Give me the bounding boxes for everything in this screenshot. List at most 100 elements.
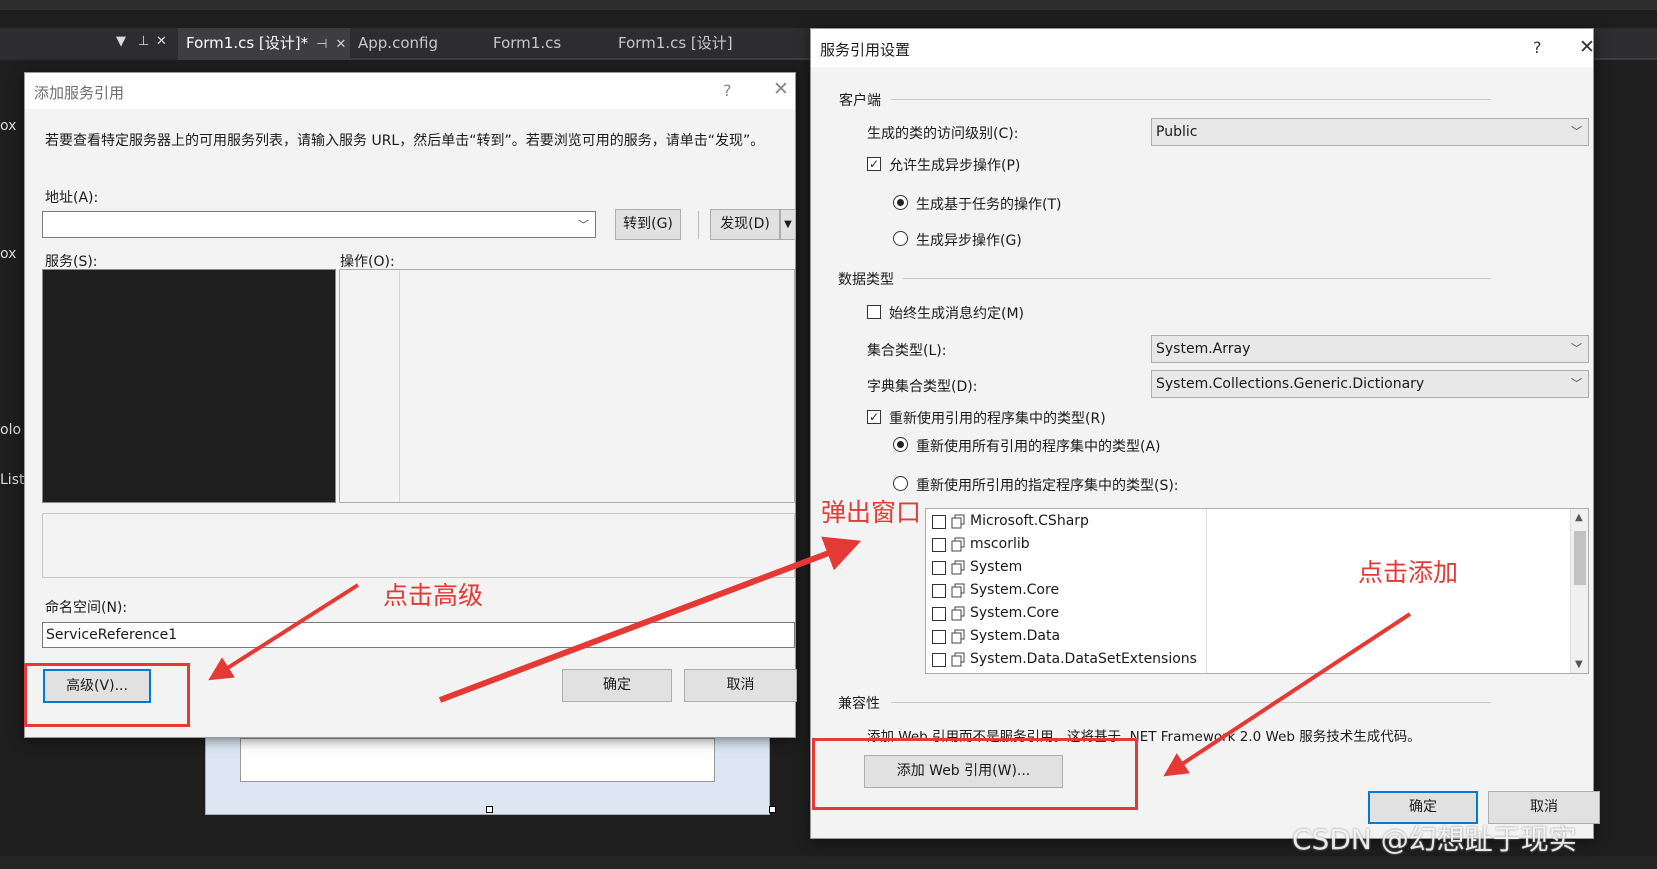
close-icon[interactable]: ✕ [156,34,167,49]
separator [698,211,699,239]
assembly-reference-icon [951,629,965,644]
collection-type-value: System.Array [1156,341,1251,357]
form-designer-control[interactable] [240,738,715,782]
assembly-name: mscorlib [970,536,1030,552]
dialog-title: 服务引用设置 [820,41,911,59]
compatibility-group-label: 兼容性 [838,696,880,712]
toolbox-item[interactable]: ox [0,246,16,262]
assembly-checkbox[interactable] [932,515,946,529]
toolbox-item[interactable]: ox [0,118,16,134]
assembly-reference-icon [951,652,965,667]
close-icon[interactable]: ✕ [773,78,789,100]
access-level-value: Public [1156,124,1198,140]
resize-handle[interactable] [486,806,493,813]
assembly-list-scrollbar[interactable]: ▲ ▼ [1570,509,1588,673]
assembly-checkbox[interactable] [932,630,946,644]
assembly-reference-icon [951,514,965,529]
dialog-description: 若要查看特定服务器上的可用服务列表，请输入服务 URL，然后单击“转到”。若要浏… [45,133,765,149]
reuse-all-radio[interactable] [893,437,908,452]
group-divider [891,99,1491,100]
assembly-name: System.Data.DataSetExtensions [970,651,1197,667]
operations-list[interactable] [339,269,795,503]
dialog-title-bar: 服务引用设置 ? ✕ [811,29,1595,67]
reuse-specified-radio-label[interactable]: 重新使用所引用的指定程序集中的类型(S): [916,475,1179,495]
tab-form1-designer-active[interactable]: Form1.cs [设计]* ⊣ ✕ [178,28,350,58]
reuse-specified-radio[interactable] [893,476,908,491]
dictionary-type-value: System.Collections.Generic.Dictionary [1156,376,1425,392]
address-label: 地址(A): [45,190,99,206]
services-label: 服务(S): [45,254,98,270]
chevron-down-icon: ﹀ [1571,342,1582,355]
tab-form1-code[interactable]: Form1.cs [485,28,610,58]
pin-icon[interactable]: ⊥ [138,34,149,49]
reuse-all-radio-label[interactable]: 重新使用所有引用的程序集中的类型(A) [916,436,1161,456]
go-button[interactable]: 转到(G) [615,209,681,240]
address-input[interactable]: ﹀ [42,211,596,238]
namespace-input[interactable]: ServiceReference1 [42,622,795,648]
discover-dropdown-icon[interactable]: ▼ [780,209,796,240]
close-icon[interactable]: ✕ [335,37,346,52]
access-level-label: 生成的类的访问级别(C): [867,126,1019,142]
task-based-radio-label[interactable]: 生成基于任务的操作(T) [916,194,1061,214]
assembly-reference-icon [951,560,965,575]
collection-type-label: 集合类型(L): [867,343,947,359]
scroll-up-icon[interactable]: ▲ [1575,512,1583,523]
assembly-checkbox[interactable] [932,607,946,621]
help-icon[interactable]: ? [1533,38,1542,57]
tab-label: Form1.cs [493,34,562,52]
scroll-down-icon[interactable]: ▼ [1575,659,1583,670]
ide-toolbar [0,0,1657,10]
always-message-checkbox-label[interactable]: 始终生成消息约定(M) [889,303,1024,323]
reuse-types-checkbox[interactable]: ✓ [867,410,881,424]
assembly-checkbox[interactable] [932,561,946,575]
add-service-reference-dialog: 添加服务引用 ? ✕ 若要查看特定服务器上的可用服务列表，请输入服务 URL，然… [24,72,797,738]
watermark: CSDN @幻想趾于现实 [1292,823,1577,856]
list-divider [1206,509,1207,673]
dropdown-icon[interactable]: ▼ [116,34,126,49]
assembly-name: System.Core [970,605,1060,621]
assembly-checkbox[interactable] [932,538,946,552]
async-checkbox-label[interactable]: 允许生成异步操作(P) [889,155,1020,175]
scrollbar-thumb[interactable] [1574,531,1586,585]
dictionary-type-label: 字典集合类型(D): [867,379,978,395]
tab-app-config[interactable]: App.config [350,28,485,58]
access-level-select[interactable]: Public ﹀ [1151,118,1589,146]
service-reference-settings-dialog: 服务引用设置 ? ✕ 客户端 生成的类的访问级别(C): Public ﹀ ✓ … [810,28,1600,839]
client-group-label: 客户端 [839,93,881,109]
reuse-types-checkbox-label[interactable]: 重新使用引用的程序集中的类型(R) [889,408,1106,428]
toolbox-header: ▼ ⊥ ✕ [0,28,178,60]
pin-icon[interactable]: ⊣ [316,37,327,52]
close-icon[interactable]: ✕ [1579,36,1595,58]
tab-label: Form1.cs [设计] [618,34,733,52]
assembly-list[interactable]: Microsoft.CSharp mscorlib System System.… [925,508,1589,674]
data-type-group-label: 数据类型 [838,272,894,288]
chevron-down-icon[interactable]: ﹀ [578,212,589,237]
dictionary-type-select[interactable]: System.Collections.Generic.Dictionary ﹀ [1151,370,1589,398]
assembly-checkbox[interactable] [932,653,946,667]
collection-type-select[interactable]: System.Array ﹀ [1151,335,1589,363]
always-message-checkbox[interactable] [867,305,881,319]
help-icon[interactable]: ? [723,81,732,100]
cancel-button[interactable]: 取消 [684,669,797,702]
namespace-value: ServiceReference1 [46,627,178,643]
services-tree[interactable] [42,269,336,503]
annotation-popup-window: 弹出窗口 [821,498,922,527]
namespace-label: 命名空间(N): [45,600,128,616]
dialog-title: 添加服务引用 [34,84,125,102]
ok-button[interactable]: 确定 [562,669,672,702]
group-divider [903,278,1491,279]
async-ops-radio-label[interactable]: 生成异步操作(G) [916,230,1022,250]
resize-handle[interactable] [769,806,776,813]
async-ops-radio[interactable] [893,231,908,246]
assembly-reference-icon [951,537,965,552]
async-checkbox[interactable]: ✓ [867,157,881,171]
task-based-radio[interactable] [893,195,908,210]
assembly-name: System.Core [970,582,1060,598]
toolbox-item[interactable]: olo [0,422,21,438]
discover-button[interactable]: 发现(D) [710,209,780,240]
tab-form1-designer[interactable]: Form1.cs [设计] [610,28,770,58]
group-divider [891,702,1491,703]
assembly-checkbox[interactable] [932,584,946,598]
assembly-reference-icon [951,606,965,621]
toolbox-item[interactable]: List [0,472,24,488]
